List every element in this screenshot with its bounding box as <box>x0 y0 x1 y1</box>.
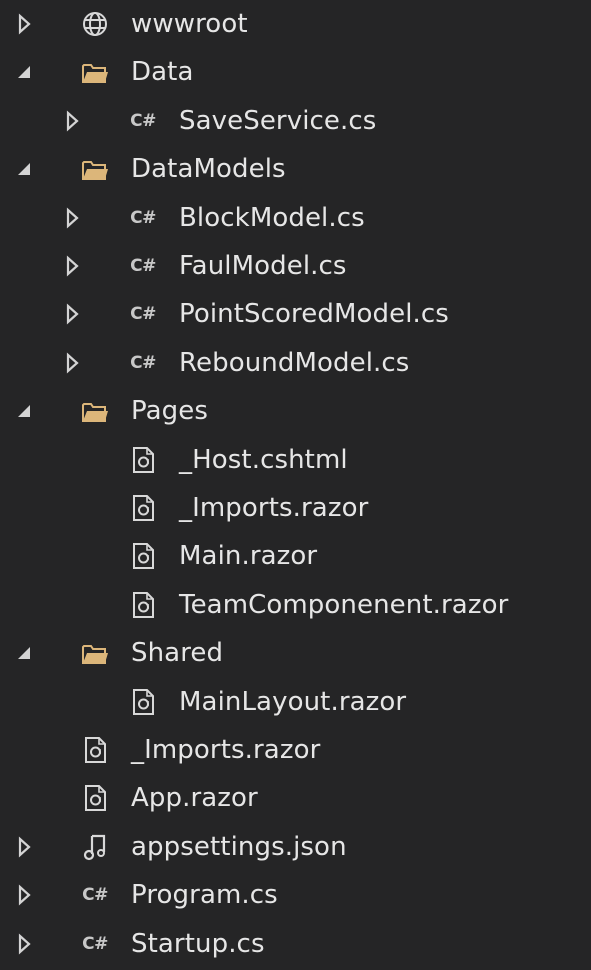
tree-item[interactable]: C# Program.cs <box>0 871 591 919</box>
folder-icon <box>80 396 110 426</box>
tree-item[interactable]: appsettings.json <box>0 823 591 871</box>
tree-item-label: Main.razor <box>179 541 318 572</box>
collapsed-arrow-icon[interactable] <box>12 932 36 956</box>
tree-item[interactable]: C# SaveService.cs <box>0 97 591 145</box>
tree-item-label: wwwroot <box>131 9 248 39</box>
tree-item-label: Shared <box>131 638 224 669</box>
tree-item-label: _Imports.razor <box>179 493 369 523</box>
expanded-arrow-icon[interactable] <box>12 60 36 84</box>
csharp-file-icon: C# <box>128 106 158 136</box>
collapsed-arrow-icon[interactable] <box>60 206 84 230</box>
tree-item[interactable]: C# Startup.cs <box>0 920 591 968</box>
csharp-glyph: C# <box>130 110 156 131</box>
csharp-file-icon: C# <box>80 880 110 910</box>
razor-file-icon <box>80 735 110 765</box>
tree-item-label: _Host.cshtml <box>179 444 348 475</box>
razor-file-icon <box>128 445 158 475</box>
csharp-glyph: C# <box>130 256 156 276</box>
collapsed-arrow-icon[interactable] <box>60 109 84 133</box>
tree-item-label: ReboundModel.cs <box>179 347 410 378</box>
collapsed-arrow-icon[interactable] <box>60 302 84 326</box>
tree-item-label: Startup.cs <box>131 928 265 959</box>
tree-item[interactable]: TeamComponenent.razor <box>0 581 591 629</box>
csharp-file-icon: C# <box>128 203 158 233</box>
globe-icon <box>80 9 110 39</box>
tree-item[interactable]: App.razor <box>0 774 591 822</box>
collapsed-arrow-icon[interactable] <box>12 835 36 859</box>
json-file-icon <box>80 832 110 862</box>
razor-file-icon <box>128 541 158 571</box>
tree-item[interactable]: _Host.cshtml <box>0 436 591 484</box>
csharp-glyph: C# <box>82 885 108 906</box>
tree-item-label: DataModels <box>131 154 286 185</box>
tree-item-label: MainLayout.razor <box>179 686 407 717</box>
collapsed-arrow-icon[interactable] <box>12 883 36 907</box>
folder-icon <box>80 638 110 668</box>
razor-file-icon <box>128 590 158 620</box>
tree-item[interactable]: Shared <box>0 629 591 677</box>
tree-item[interactable]: C# PointScoredModel.cs <box>0 290 591 338</box>
csharp-glyph: C# <box>82 933 108 954</box>
csharp-glyph: C# <box>130 207 156 228</box>
tree-item[interactable]: C# ReboundModel.cs <box>0 339 591 387</box>
collapsed-arrow-icon[interactable] <box>60 254 84 278</box>
razor-file-icon <box>128 493 158 523</box>
expanded-arrow-icon[interactable] <box>12 641 36 665</box>
tree-item[interactable]: Pages <box>0 387 591 435</box>
tree-item-label: TeamComponenent.razor <box>179 589 509 620</box>
tree-item[interactable]: _Imports.razor <box>0 726 591 774</box>
tree-item[interactable]: DataModels <box>0 145 591 193</box>
csharp-glyph: C# <box>130 352 156 373</box>
csharp-file-icon: C# <box>128 299 158 329</box>
tree-item-label: BlockModel.cs <box>179 202 365 233</box>
tree-item[interactable]: _Imports.razor <box>0 484 591 532</box>
tree-item-label: FaulModel.cs <box>179 251 347 281</box>
razor-file-icon <box>80 783 110 813</box>
razor-file-icon <box>128 687 158 717</box>
tree-item-label: Data <box>131 57 194 88</box>
folder-icon <box>80 154 110 184</box>
tree-item[interactable]: Data <box>0 48 591 96</box>
tree-item-label: Pages <box>131 396 208 427</box>
expanded-arrow-icon[interactable] <box>12 157 36 181</box>
tree-item-label: SaveService.cs <box>179 105 377 136</box>
tree-item-label: appsettings.json <box>131 831 347 862</box>
solution-explorer-tree: wwwroot Data C# SaveService.cs DataModels C# B… <box>0 0 591 970</box>
tree-item[interactable]: C# BlockModel.cs <box>0 194 591 242</box>
tree-item-label: _Imports.razor <box>131 735 321 765</box>
csharp-file-icon: C# <box>128 348 158 378</box>
collapsed-arrow-icon[interactable] <box>12 12 36 36</box>
csharp-glyph: C# <box>130 304 156 325</box>
tree-item-label: Program.cs <box>131 880 278 911</box>
collapsed-arrow-icon[interactable] <box>60 351 84 375</box>
tree-item-label: App.razor <box>131 783 258 814</box>
csharp-file-icon: C# <box>80 929 110 959</box>
tree-item[interactable]: MainLayout.razor <box>0 678 591 726</box>
expanded-arrow-icon[interactable] <box>12 399 36 423</box>
tree-item[interactable]: Main.razor <box>0 532 591 580</box>
tree-item[interactable]: wwwroot <box>0 0 591 48</box>
tree-item-label: PointScoredModel.cs <box>179 299 449 330</box>
tree-item[interactable]: C# FaulModel.cs <box>0 242 591 290</box>
folder-icon <box>80 57 110 87</box>
csharp-file-icon: C# <box>128 251 158 281</box>
